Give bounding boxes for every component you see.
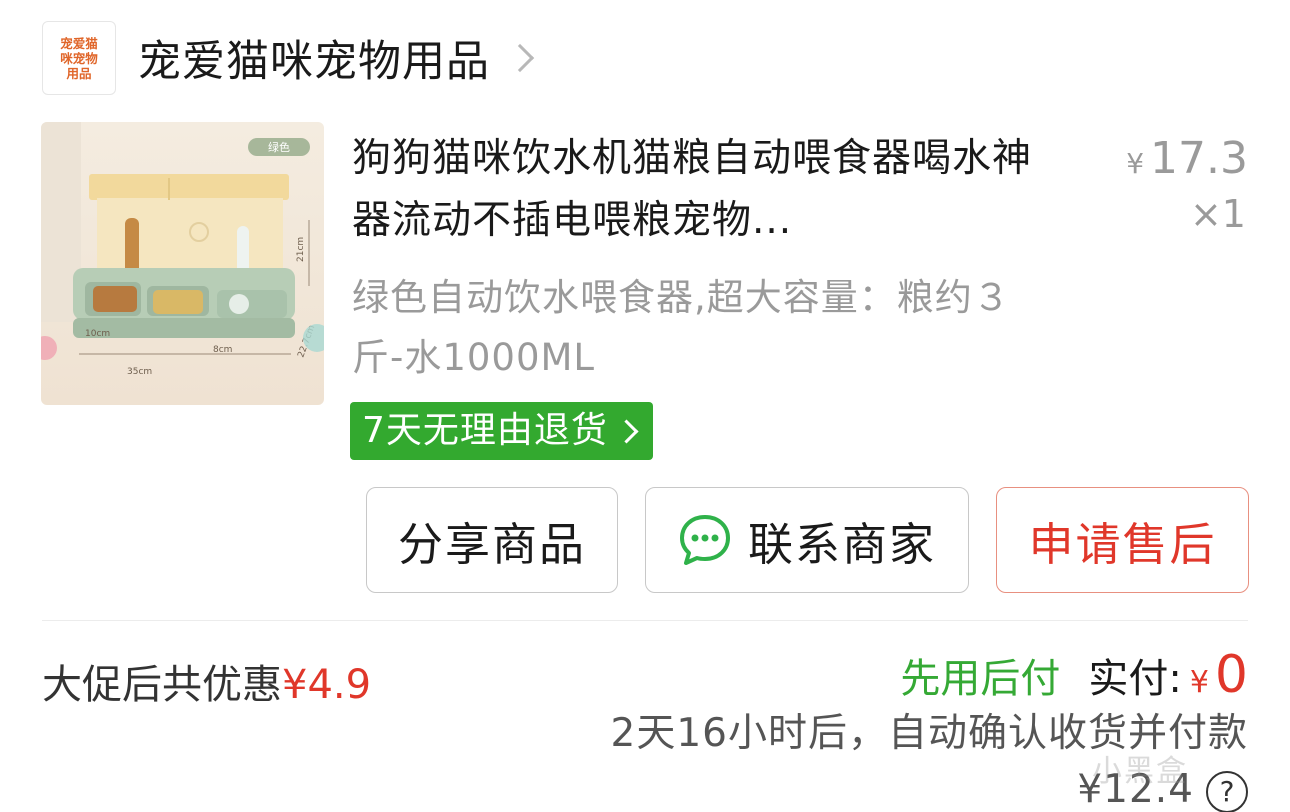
shop-logo[interactable]: 宠爱猫咪宠物用品: [42, 21, 116, 95]
dim-label: 21cm: [296, 237, 306, 262]
price-value: 17.3: [1150, 133, 1248, 184]
shop-header[interactable]: 宠爱猫咪宠物用品 宠爱猫咪宠物用品: [42, 20, 535, 96]
promo-amount: ¥4.9: [282, 662, 372, 708]
return-policy-label: 7天无理由退货: [362, 410, 608, 451]
color-tag: 绿色: [268, 140, 290, 154]
chevron-right-icon: [614, 418, 639, 444]
chevron-right-icon: [505, 43, 535, 73]
pay-later-label[interactable]: 先用后付: [900, 646, 1060, 704]
price-symbol: ¥: [1126, 147, 1145, 180]
apply-aftersale-button[interactable]: 申请售后: [996, 487, 1249, 593]
share-product-button[interactable]: 分享商品: [366, 487, 618, 593]
share-product-label: 分享商品: [397, 517, 586, 571]
product-spec: 绿色自动饮水喂食器,超大容量：粮约３斤-水1000ML: [352, 276, 1011, 379]
shop-name[interactable]: 宠爱猫咪宠物用品: [138, 27, 490, 89]
promo-discount: 大促后共优惠¥4.9: [42, 652, 371, 710]
product-quantity: ×1: [1189, 192, 1246, 236]
paid-row: 先用后付 实付: ¥ 0: [900, 645, 1248, 705]
dim-label: 35cm: [127, 367, 152, 377]
paid-amount: 0: [1214, 645, 1248, 705]
contact-merchant-button[interactable]: 联系商家: [645, 487, 969, 593]
contact-merchant-label: 联系商家: [747, 517, 936, 571]
chat-bubble-icon: [679, 515, 730, 565]
watermark: 小黑盒: [1092, 754, 1188, 789]
shop-logo-text: 宠爱猫咪宠物用品: [60, 35, 98, 81]
product-title[interactable]: 狗狗猫咪饮水机猫粮自动喂食器喝水神器流动不插电喂粮宠物...: [352, 128, 1052, 252]
paid-label: 实付:: [1088, 656, 1182, 702]
divider: [42, 620, 1248, 621]
return-policy-badge[interactable]: 7天无理由退货: [350, 402, 653, 460]
product-image[interactable]: 绿色 10cm 8cm 35cm 21cm 22.7cm: [41, 122, 324, 405]
apply-aftersale-label: 申请售后: [1028, 517, 1217, 571]
paid-currency-symbol: ¥: [1189, 665, 1209, 700]
dim-label: 8cm: [213, 345, 232, 355]
help-icon[interactable]: ?: [1206, 770, 1248, 812]
pet-feeder-illustration: 绿色 10cm 8cm 35cm 21cm 22.7cm: [41, 122, 324, 405]
product-price: ¥17.3: [1126, 133, 1248, 184]
dim-label: 10cm: [85, 329, 110, 339]
promo-label: 大促后共优惠: [42, 662, 282, 708]
